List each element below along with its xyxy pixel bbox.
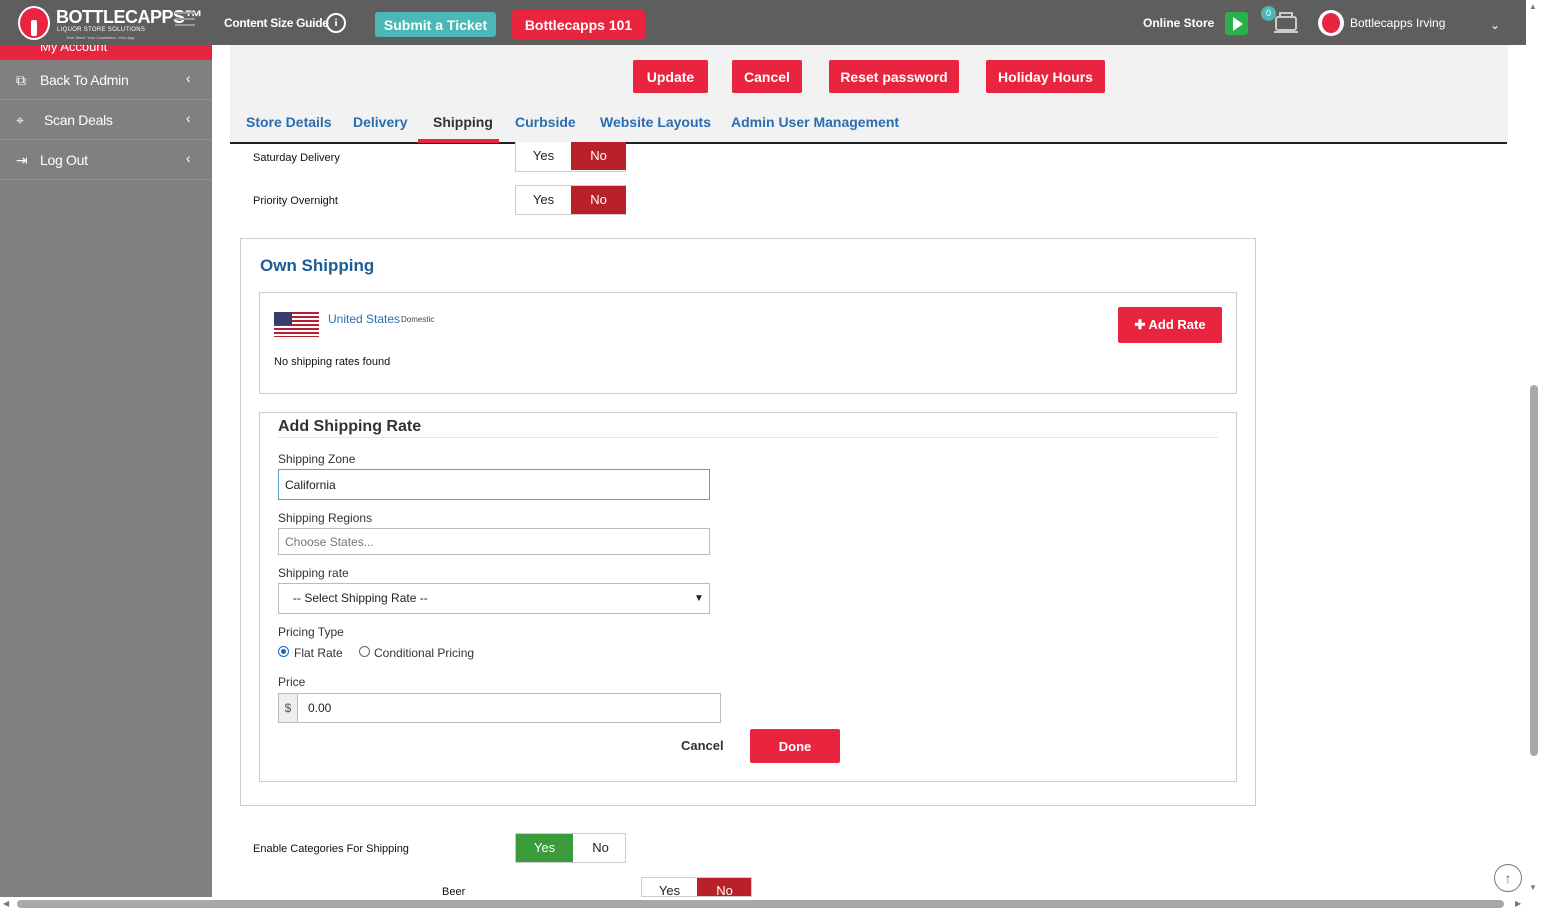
price-label: Price [278,675,306,689]
saturday-delivery-toggle: Yes No [515,142,626,172]
priority-overnight-yes[interactable]: Yes [516,186,571,214]
beer-yes[interactable]: Yes [642,878,697,896]
enable-categories-yes[interactable]: Yes [516,834,573,862]
sidebar-item-label: Log Out [40,152,88,168]
notification-bell-icon[interactable] [1272,8,1300,36]
chevron-left-icon: ‹ [186,110,191,126]
online-store-label: Online Store [1143,16,1215,30]
top-bar: BOTTLECAPPS™ LIQUOR STORE SOLUTIONS Your… [0,0,1526,45]
cancel-button[interactable]: Cancel [732,60,802,93]
us-flag-icon [274,312,319,337]
conditional-pricing-radio[interactable] [359,646,370,657]
notification-badge: 0 [1261,6,1276,21]
scroll-right-arrow-icon[interactable]: ▶ [1515,899,1521,908]
sidebar-item-back-to-admin[interactable]: ⧉ Back To Admin ‹ [0,60,212,100]
scroll-left-arrow-icon[interactable]: ◀ [3,899,9,908]
add-rate-label: Add Rate [1148,317,1206,332]
enable-categories-label: Enable Categories For Shipping [253,843,409,855]
logo-tagline: LIQUOR STORE SOLUTIONS [57,27,146,33]
form-title-divider [278,437,1218,438]
sidebar-item-label: Scan Deals [44,112,113,128]
enable-categories-no[interactable]: No [573,834,628,862]
enable-categories-toggle: Yes No [515,833,626,863]
submit-ticket-button[interactable]: Submit a Ticket [375,12,496,37]
price-input[interactable]: 0.00 [297,693,721,723]
active-tab-indicator [418,139,499,143]
scroll-down-arrow-icon[interactable]: ▼ [1529,883,1537,892]
sidebar: My Account ⧉ Back To Admin ‹ ⌖ Scan Deal… [0,45,212,911]
tab-store-details[interactable]: Store Details [246,114,332,130]
country-scope: Domestic [401,315,435,324]
shipping-rate-label: Shipping rate [278,566,349,580]
done-button[interactable]: Done [750,729,840,763]
bottlecapps-101-button[interactable]: Bottlecapps 101 [512,10,645,39]
currency-prefix: $ [278,693,298,723]
priority-overnight-no[interactable]: No [571,186,626,214]
shipping-zone-input[interactable] [278,469,710,500]
conditional-pricing-label[interactable]: Conditional Pricing [374,646,474,660]
flat-rate-radio[interactable] [278,646,289,657]
sidebar-item-my-account[interactable]: My Account [0,45,212,60]
tab-shipping[interactable]: Shipping [433,114,493,130]
saturday-delivery-label: Saturday Delivery [253,152,340,164]
tag-icon: ⌖ [16,112,24,128]
tab-curbside[interactable]: Curbside [515,114,576,130]
scroll-up-arrow-icon[interactable]: ▲ [1529,2,1537,11]
flat-rate-label[interactable]: Flat Rate [294,646,343,660]
shipping-regions-label: Shipping Regions [278,511,373,525]
update-button[interactable]: Update [633,60,708,93]
menu-toggle-icon[interactable] [175,12,195,28]
bottlecapps-logo[interactable]: BOTTLECAPPS™ LIQUOR STORE SOLUTIONS Your… [14,4,203,42]
tab-admin-user-management[interactable]: Admin User Management [731,114,899,130]
holiday-hours-button[interactable]: Holiday Hours [986,60,1105,93]
priority-overnight-toggle: Yes No [515,185,626,215]
form-title: Add Shipping Rate [278,418,422,435]
form-cancel-link[interactable]: Cancel [681,738,724,753]
chevron-left-icon: ‹ [186,70,191,86]
user-name[interactable]: Bottlecapps Irving [1350,16,1445,30]
shipping-rate-select[interactable]: -- Select Shipping Rate -- [278,583,710,614]
shipping-zone-label: Shipping Zone [278,452,356,466]
online-store-play-icon[interactable] [1225,12,1248,35]
sidebar-item-label: Back To Admin [40,72,129,88]
logo-mark-icon [18,6,50,40]
country-name[interactable]: United States [328,312,400,326]
priority-overnight-label: Priority Overnight [253,195,338,207]
scroll-to-top-icon[interactable]: ↑ [1494,864,1522,892]
own-shipping-title: Own Shipping [260,256,375,275]
tab-website-layouts[interactable]: Website Layouts [600,114,711,130]
sidebar-item-scan-deals[interactable]: ⌖ Scan Deals ‹ [0,100,212,140]
logo-subtagline: Your Store. Your Customers. Your App. [66,35,136,40]
content-size-guide-link[interactable]: Content Size Guide [224,16,329,30]
tab-delivery[interactable]: Delivery [353,114,407,130]
sidebar-item-label: My Account [40,45,108,54]
vertical-scrollbar-thumb[interactable] [1530,385,1538,756]
country-rates-box [259,292,1237,394]
saturday-delivery-yes[interactable]: Yes [516,142,571,170]
chevron-left-icon: ‹ [186,150,191,166]
chevron-down-icon[interactable]: ⌄ [1490,18,1500,32]
chevron-down-icon: ▼ [694,593,704,604]
info-icon[interactable]: i [326,13,346,33]
user-avatar[interactable] [1318,10,1344,36]
reset-password-button[interactable]: Reset password [829,60,959,93]
beer-toggle: Yes No [641,877,752,897]
logout-icon: ⇥ [16,152,28,168]
admin-icon: ⧉ [16,72,26,88]
no-rates-message: No shipping rates found [274,356,391,368]
saturday-delivery-no[interactable]: No [571,142,626,170]
add-rate-button[interactable]: ✚ Add Rate [1118,307,1222,343]
beer-no[interactable]: No [697,878,751,896]
pricing-type-label: Pricing Type [278,625,344,639]
sidebar-item-log-out[interactable]: ⇥ Log Out ‹ [0,140,212,180]
plus-icon: ✚ [1134,317,1149,332]
shipping-regions-input[interactable] [278,528,710,555]
horizontal-scrollbar-thumb[interactable] [17,900,1504,908]
